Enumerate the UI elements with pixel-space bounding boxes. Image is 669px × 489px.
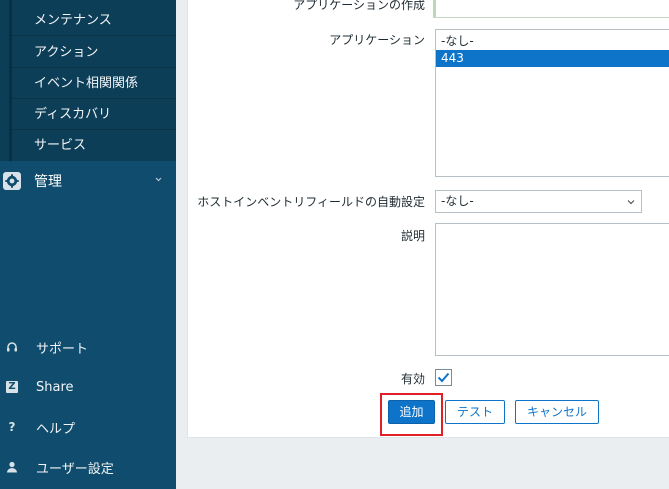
sidebar-item-user-settings[interactable]: ユーザー設定 [0,447,176,487]
sidebar: メンテナンス アクション イベント相関関係 ディスカバリ サービス 管理 サポー… [0,0,176,489]
sidebar-item-admin-label: 管理 [34,174,62,190]
share-z-icon: Z [5,380,19,394]
test-button[interactable]: テスト [445,400,505,424]
headset-icon [5,340,19,354]
submenu-item-event-correlation[interactable]: イベント相関関係 [12,68,176,99]
application-option-none[interactable]: -なし- [436,33,669,50]
submenu-item-actions[interactable]: アクション [12,37,176,68]
enabled-label: 有効 [400,372,425,386]
sidebar-item-user-settings-label: ユーザー設定 [36,461,114,477]
chevron-down-icon [627,200,635,205]
sidebar-item-share-label: Share [36,379,74,395]
chevron-down-icon [155,177,162,182]
sidebar-item-support-label: サポート [36,341,89,357]
gear-icon [3,172,21,190]
create-application-input[interactable] [433,0,669,18]
sidebar-item-admin[interactable]: 管理 [0,163,176,199]
sidebar-item-help[interactable]: ? ヘルプ [0,407,176,447]
user-icon [5,460,19,474]
highlight-box [380,393,443,436]
checkmark-icon [437,372,450,383]
enabled-checkbox[interactable] [435,369,452,386]
inventory-field-label: ホストインベントリフィールドの自動設定 [197,195,425,209]
submenu-item-discovery[interactable]: ディスカバリ [12,99,176,130]
application-listbox[interactable]: -なし- 443 [435,29,669,177]
sidebar-item-support[interactable]: サポート [0,327,176,367]
inventory-field-select[interactable]: -なし- [435,190,642,213]
sidebar-item-help-label: ヘルプ [36,421,76,437]
application-option-443[interactable]: 443 [436,50,669,67]
description-textarea[interactable] [435,223,669,356]
description-label: 説明 [400,229,425,243]
sidebar-item-share[interactable]: Z Share [0,367,176,407]
create-application-label: アプリケーションの作成 [293,0,425,12]
help-icon: ? [8,420,16,434]
submenu-item-maintenance[interactable]: メンテナンス [12,6,176,36]
cancel-button[interactable]: キャンセル [515,400,599,424]
monitoring-submenu: メンテナンス アクション イベント相関関係 ディスカバリ サービス [0,0,176,161]
submenu-item-services[interactable]: サービス [12,130,176,161]
application-label: アプリケーション [329,33,425,47]
inventory-field-value: -なし- [441,194,474,208]
